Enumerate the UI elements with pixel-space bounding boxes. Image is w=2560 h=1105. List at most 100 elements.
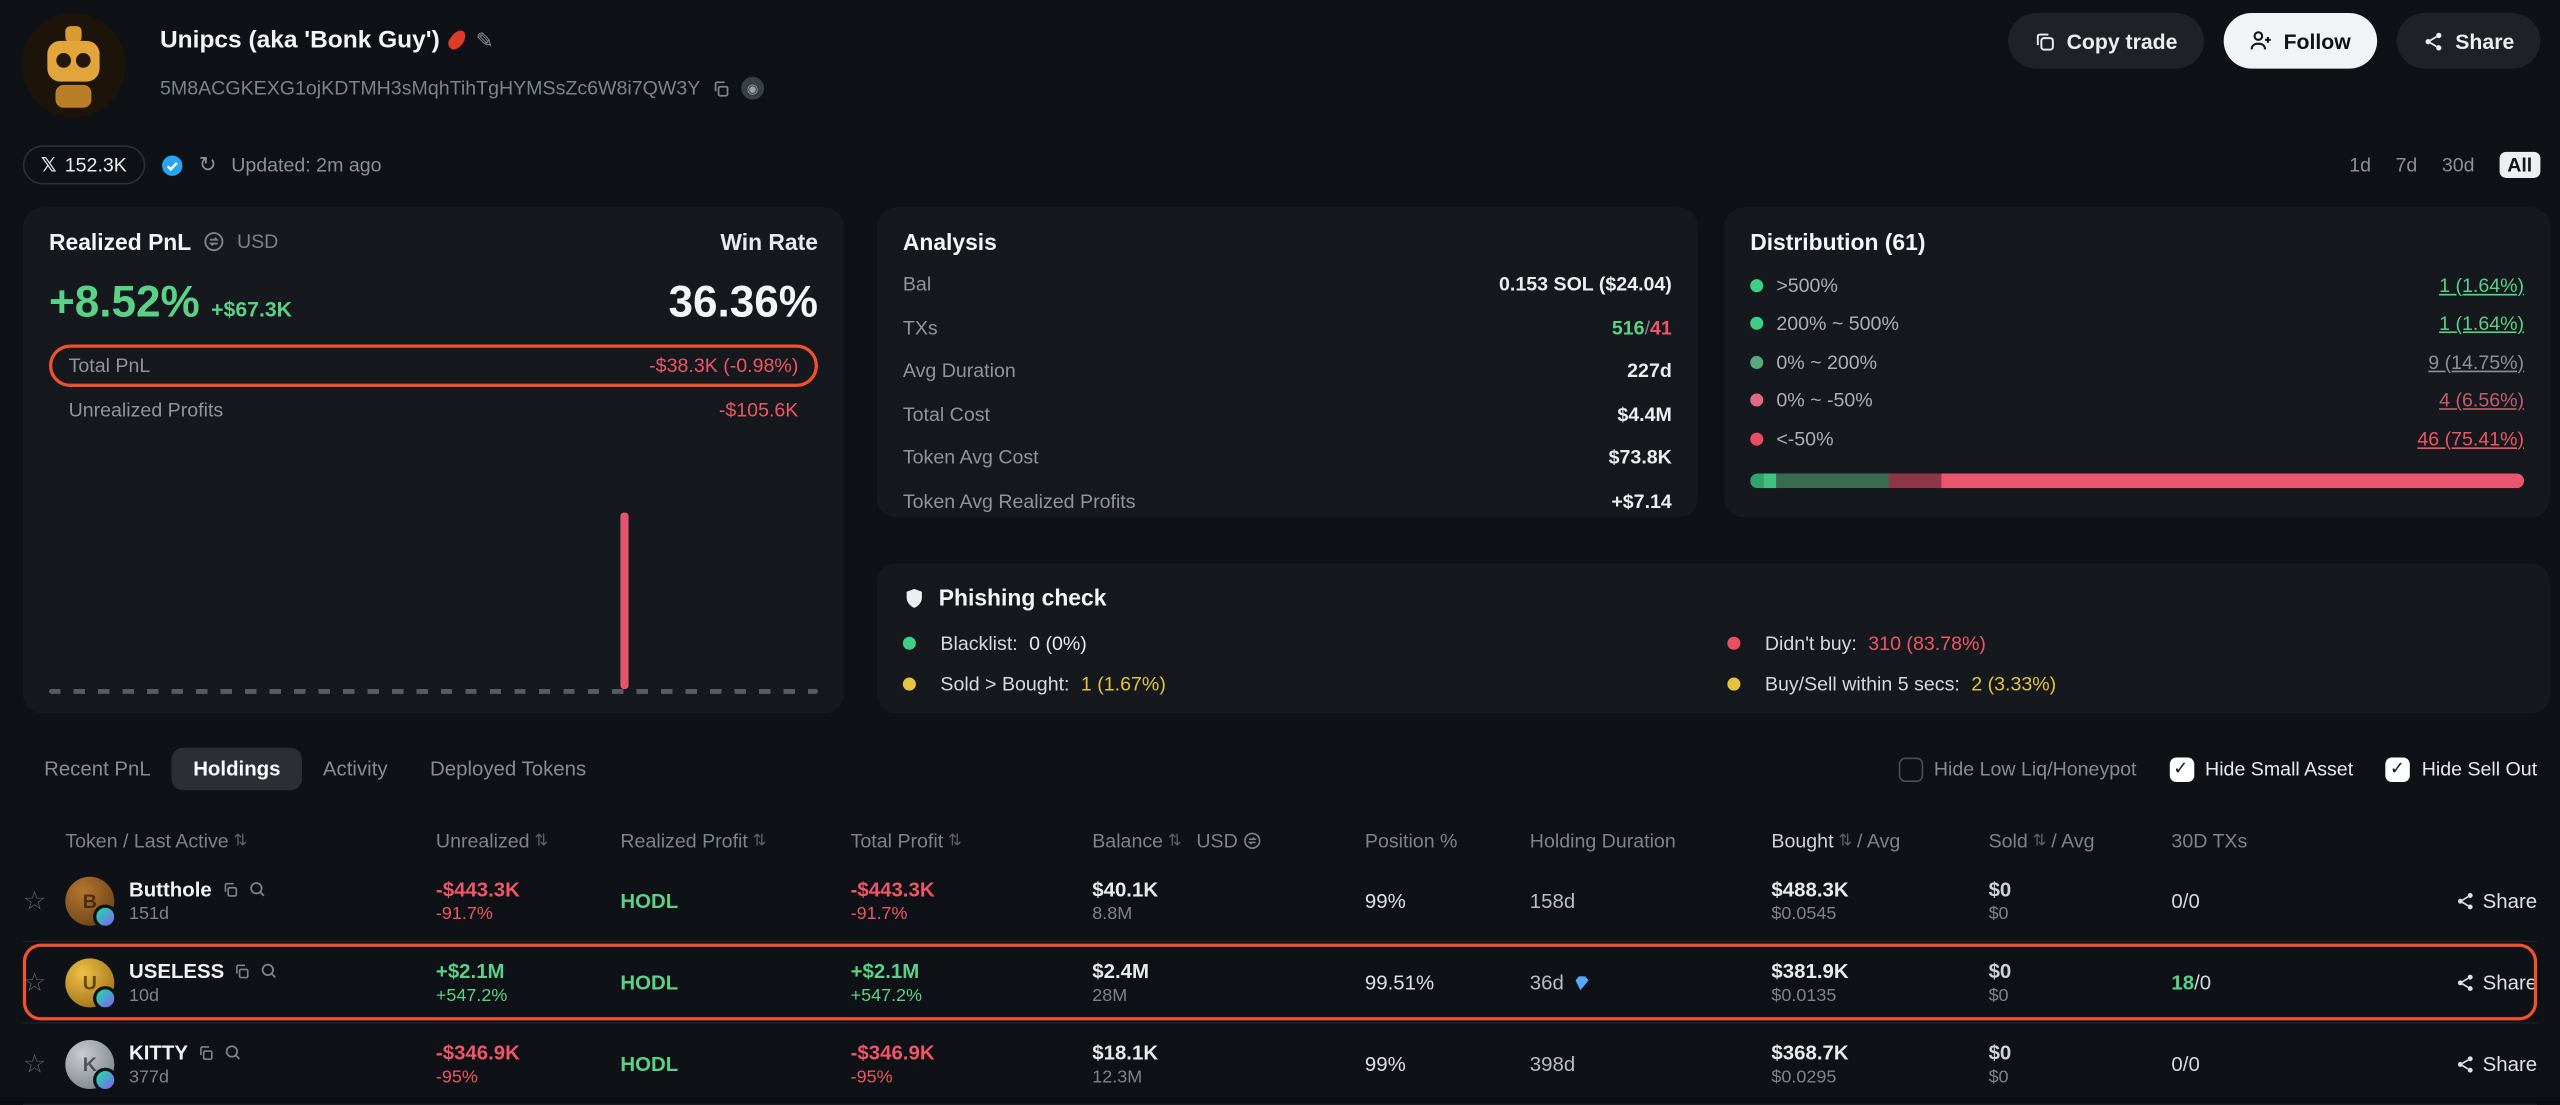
total-profit-cell: +$2.1M+547.2% xyxy=(851,959,1093,1005)
bucket-count-link[interactable]: 1 (1.64%) xyxy=(2439,274,2524,297)
favorite-star-icon[interactable]: ☆ xyxy=(23,966,65,999)
bucket-dot xyxy=(1750,394,1763,407)
token-name: USELESS xyxy=(129,959,224,982)
favorite-star-icon[interactable]: ☆ xyxy=(23,884,65,917)
sort-icon: ⇅ xyxy=(1168,832,1182,850)
txs-buy-count: 516 xyxy=(1612,316,1645,339)
bucket-label: <-50% xyxy=(1776,427,1833,450)
sold-cell: $0$0 xyxy=(1989,1041,2172,1087)
buysell-5s-label: Buy/Sell within 5 secs: xyxy=(1765,673,1960,696)
bucket-label: >500% xyxy=(1776,274,1838,297)
bucket-count-link[interactable]: 4 (6.56%) xyxy=(2439,389,2524,412)
token-last-active: 151d xyxy=(129,904,169,924)
share-icon xyxy=(2455,972,2475,992)
bucket-dot xyxy=(1750,317,1763,330)
unrealized-cell: -$443.3K-91.7% xyxy=(436,878,620,924)
distribution-title: Distribution (61) xyxy=(1750,229,2524,255)
search-token-icon[interactable] xyxy=(224,1043,242,1061)
total-cost-label: Total Cost xyxy=(903,403,990,426)
range-7d[interactable]: 7d xyxy=(2396,153,2418,176)
filter-hide-sell-out[interactable]: Hide Sell Out xyxy=(2386,757,2537,781)
sold-gt-bought-label: Sold > Bought: xyxy=(940,673,1069,696)
distribution-card: Distribution (61) >500%1 (1.64%) 200% ~ … xyxy=(1724,207,2550,517)
token-name: KITTY xyxy=(129,1041,188,1064)
search-token-icon[interactable] xyxy=(260,962,278,980)
copy-address-icon[interactable] xyxy=(712,79,730,97)
refresh-icon[interactable]: ↻ xyxy=(199,152,217,178)
table-row: ☆ B Butthole 151d -$443.3K-91.7% HODL -$… xyxy=(23,860,2537,942)
checkbox-checked[interactable] xyxy=(2169,757,2193,781)
copy-token-icon[interactable] xyxy=(198,1044,214,1060)
table-header-row: Token / Last Active⇅ Unrealized⇅ Realize… xyxy=(23,821,2537,860)
phishing-check-title: Phishing check xyxy=(939,584,1107,610)
realized-profit-cell: HODL xyxy=(620,1052,850,1075)
col-realized-profit[interactable]: Realized Profit⇅ xyxy=(620,829,850,852)
copy-trade-button[interactable]: Copy trade xyxy=(2008,13,2204,69)
token-avatar: U xyxy=(65,958,114,1007)
holdings-toolbar: Recent PnL Holdings Activity Deployed To… xyxy=(23,746,2537,792)
share-row-button[interactable]: Share xyxy=(2455,971,2537,994)
col-unrealized[interactable]: Unrealized⇅ xyxy=(436,829,620,852)
col-holding-duration[interactable]: Holding Duration xyxy=(1530,829,1772,852)
token-cell[interactable]: U USELESS 10d xyxy=(65,958,436,1007)
token-cell[interactable]: B Butthole 151d xyxy=(65,876,436,925)
page-title: Unipcs (aka 'Bonk Guy') xyxy=(160,26,440,54)
avg-duration-label: Avg Duration xyxy=(903,360,1016,383)
checkbox-checked[interactable] xyxy=(2386,757,2410,781)
col-30d-txs[interactable]: 30D TXs xyxy=(2171,829,2373,852)
share-row-button[interactable]: Share xyxy=(2455,889,2537,912)
balance-cell: $2.4M28M xyxy=(1092,959,1365,1005)
txs-30d-cell: 0/0 xyxy=(2171,1052,2373,1075)
token-cell[interactable]: K KITTY 377d xyxy=(65,1039,436,1088)
sort-icon: ⇅ xyxy=(753,832,767,850)
favorite-star-icon[interactable]: ☆ xyxy=(23,1047,65,1080)
share-profile-button[interactable]: Share xyxy=(2397,13,2541,69)
edit-name-icon[interactable]: ✎ xyxy=(476,27,494,53)
bucket-dot xyxy=(1750,432,1763,445)
range-1d[interactable]: 1d xyxy=(2349,153,2371,176)
checkbox-unchecked[interactable] xyxy=(1898,757,1922,781)
col-token-last-active[interactable]: Token / Last Active⇅ xyxy=(65,829,436,852)
time-range-switcher: 1d 7d 30d All xyxy=(2349,152,2540,178)
explorer-icon[interactable]: ◉ xyxy=(741,77,764,100)
filter-hide-small-asset[interactable]: Hide Small Asset xyxy=(2169,757,2353,781)
token-avatar: K xyxy=(65,1039,114,1088)
currency-label: USD xyxy=(237,230,278,253)
updated-timestamp: Updated: 2m ago xyxy=(231,153,381,176)
share-icon xyxy=(2455,1054,2475,1074)
sold-gt-bought-value: 1 (1.67%) xyxy=(1081,673,1166,696)
bucket-count-link[interactable]: 9 (14.75%) xyxy=(2428,351,2524,374)
realized-pnl-percent: +8.52% xyxy=(49,278,200,329)
range-30d[interactable]: 30d xyxy=(2442,153,2475,176)
follow-button[interactable]: Follow xyxy=(2223,13,2377,69)
col-balance[interactable]: Balance⇅USD xyxy=(1092,829,1365,852)
filter-hide-low-liq[interactable]: Hide Low Liq/Honeypot xyxy=(1898,757,2136,781)
bought-cell: $488.3K$0.0545 xyxy=(1771,878,1988,924)
unrealized-cell: +$2.1M+547.2% xyxy=(436,959,620,1005)
share-row-button[interactable]: Share xyxy=(2455,1052,2537,1075)
copy-token-icon[interactable] xyxy=(222,881,238,897)
currency-switch-icon[interactable] xyxy=(1243,831,1263,851)
tab-recent-pnl[interactable]: Recent PnL xyxy=(23,748,172,790)
tab-holdings[interactable]: Holdings xyxy=(172,748,302,790)
sold-cell: $0$0 xyxy=(1989,878,2172,924)
tab-deployed-tokens[interactable]: Deployed Tokens xyxy=(409,748,608,790)
bucket-count-link[interactable]: 46 (75.41%) xyxy=(2417,427,2524,450)
status-dot xyxy=(1727,637,1740,650)
analysis-card: Analysis Bal0.153 SOL ($24.04) TXs 516/4… xyxy=(877,207,1698,517)
range-all[interactable]: All xyxy=(2499,152,2540,178)
txs-value: 516/41 xyxy=(1612,316,1672,339)
token-last-active: 377d xyxy=(129,1067,169,1087)
col-sold[interactable]: Sold⇅/ Avg xyxy=(1989,829,2172,852)
x-logo-icon: 𝕏 xyxy=(41,153,57,176)
copy-token-icon[interactable] xyxy=(234,962,250,978)
col-total-profit[interactable]: Total Profit⇅ xyxy=(851,829,1093,852)
search-token-icon[interactable] xyxy=(248,880,266,898)
twitter-followers-pill[interactable]: 𝕏 152.3K xyxy=(23,145,145,184)
col-bought[interactable]: Bought⇅/ Avg xyxy=(1771,829,1988,852)
bucket-count-link[interactable]: 1 (1.64%) xyxy=(2439,312,2524,335)
col-position[interactable]: Position % xyxy=(1365,829,1530,852)
tab-activity[interactable]: Activity xyxy=(302,748,409,790)
holding-duration-cell: 158d xyxy=(1530,889,1772,912)
currency-switch-icon[interactable] xyxy=(203,230,226,253)
